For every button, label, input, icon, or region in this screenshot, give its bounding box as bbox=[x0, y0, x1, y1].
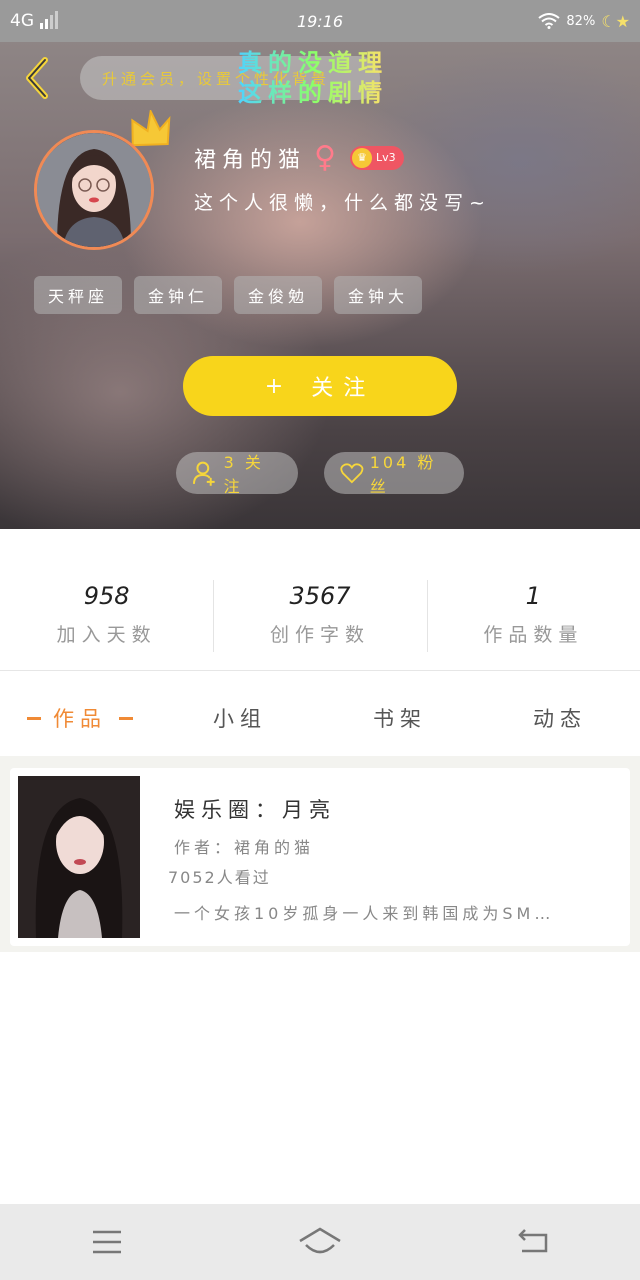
work-description: 一个女孩10岁孤身一人来到韩国成为SM… bbox=[174, 904, 555, 923]
stats-row: 958 加入天数 3567 创作字数 1 作品数量 bbox=[0, 550, 640, 670]
work-author: 作者：裙角的猫 bbox=[174, 838, 315, 857]
tab-indicator bbox=[27, 716, 41, 720]
tab-groups[interactable]: 小组 bbox=[160, 690, 320, 746]
stat-value: 958 bbox=[83, 581, 130, 610]
fans-count-button[interactable]: 104 粉丝 bbox=[324, 452, 464, 496]
crown-small-icon: ♛ bbox=[352, 147, 372, 168]
tab-label: 小组 bbox=[213, 707, 267, 731]
cover-portrait bbox=[18, 776, 140, 938]
stat-word-count: 3567 创作字数 bbox=[213, 550, 426, 670]
avatar[interactable] bbox=[34, 130, 154, 250]
plus-icon: + bbox=[264, 373, 294, 399]
fans-label: 104 粉丝 bbox=[369, 453, 437, 496]
home-icon bbox=[299, 1227, 341, 1254]
tab-works[interactable]: 作品 bbox=[0, 690, 160, 746]
level-badge[interactable]: ♛ Lv3 bbox=[350, 145, 404, 170]
stat-label: 创作字数 bbox=[269, 623, 370, 646]
stat-value: 3567 bbox=[289, 581, 351, 610]
deco-line-2: 这样的剧情 bbox=[238, 79, 388, 107]
work-card[interactable]: 娱乐圈：月亮 作者：裙角的猫 7052人看过 一个女孩10岁孤身一人来到韩国成为… bbox=[10, 768, 630, 946]
back-button[interactable] bbox=[14, 54, 58, 102]
status-bar: 4G 19:16 82% ☾★ bbox=[0, 0, 640, 42]
status-time: 19:16 bbox=[296, 11, 344, 31]
nickname: 裙角的猫 bbox=[194, 147, 307, 173]
level-text: Lv3 bbox=[376, 151, 396, 164]
tag-item[interactable]: 金钟仁 bbox=[134, 276, 223, 314]
stat-label: 作品数量 bbox=[483, 623, 584, 646]
following-label: 3 关注 bbox=[223, 453, 264, 496]
menu-button[interactable] bbox=[67, 1212, 147, 1272]
tab-indicator bbox=[119, 716, 133, 720]
work-views: 7052人看过 bbox=[168, 868, 271, 887]
tab-activity[interactable]: 动态 bbox=[480, 690, 640, 746]
female-icon: ♀ bbox=[314, 140, 342, 175]
menu-icon bbox=[92, 1230, 121, 1254]
work-cover-image bbox=[18, 776, 140, 938]
following-count-button[interactable]: 3 关注 bbox=[176, 452, 298, 496]
tag-item[interactable]: 天秤座 bbox=[34, 276, 123, 314]
back-nav-button[interactable] bbox=[493, 1212, 573, 1272]
system-nav-bar bbox=[0, 1204, 640, 1280]
tab-label: 作品 bbox=[53, 707, 107, 731]
home-button[interactable] bbox=[280, 1212, 360, 1272]
nickname-row: 裙角的猫 ♀ ♛ Lv3 bbox=[194, 140, 404, 175]
signature: 这个人很懒，什么都没写~ bbox=[194, 192, 491, 214]
tab-bookshelf[interactable]: 书架 bbox=[320, 690, 480, 746]
heart-icon bbox=[340, 463, 364, 484]
deco-line-1: 真的没道理 bbox=[238, 49, 388, 77]
tag-list: 天秤座 金钟仁 金俊勉 金钟大 bbox=[34, 276, 423, 314]
stat-value: 1 bbox=[525, 581, 541, 610]
tab-bar: 作品 小组 书架 动态 bbox=[0, 690, 640, 746]
user-add-icon bbox=[192, 461, 215, 486]
stat-join-days: 958 加入天数 bbox=[0, 550, 213, 670]
follow-button[interactable]: + 关注 bbox=[183, 356, 457, 416]
tab-label: 书架 bbox=[373, 707, 427, 731]
stat-label: 加入天数 bbox=[56, 623, 157, 646]
decorative-text: 真的没道理 这样的剧情 bbox=[238, 48, 388, 108]
stat-works-count: 1 作品数量 bbox=[426, 550, 640, 670]
divider bbox=[0, 670, 640, 671]
tag-item[interactable]: 金钟大 bbox=[334, 276, 423, 314]
chevron-left-icon bbox=[26, 57, 48, 99]
follow-label: 关注 bbox=[311, 376, 376, 401]
avatar-portrait bbox=[37, 133, 151, 247]
return-icon bbox=[518, 1229, 548, 1253]
profile-header: 升通会员，设置个性化背景 真的没道理 这样的剧情 裙角的猫 ♀ ♛ Lv3 这个… bbox=[0, 42, 640, 529]
tag-item[interactable]: 金俊勉 bbox=[234, 276, 323, 314]
work-title: 娱乐圈：月亮 bbox=[174, 798, 336, 822]
tab-label: 动态 bbox=[533, 707, 587, 731]
